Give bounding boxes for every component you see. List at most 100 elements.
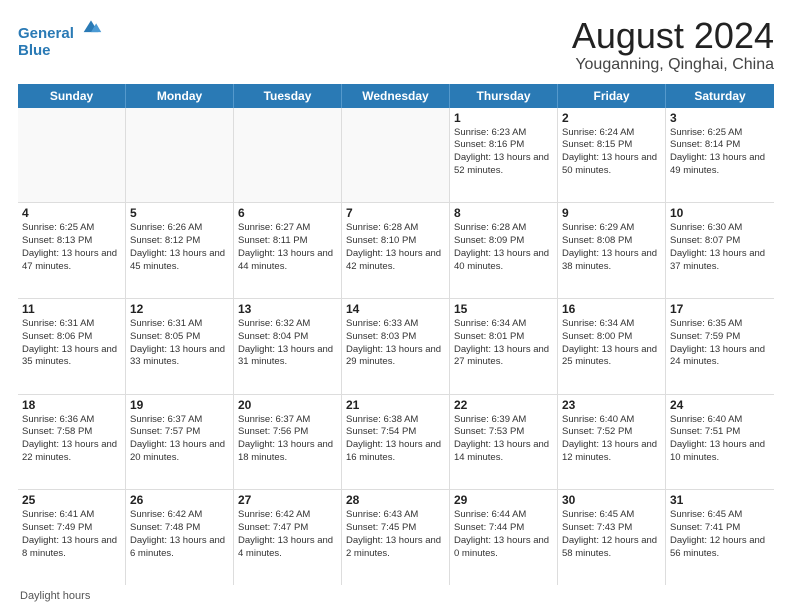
day-number: 4	[22, 206, 121, 220]
sunset-text: Sunset: 7:45 PM	[346, 522, 445, 535]
sunset-text: Sunset: 8:16 PM	[454, 139, 553, 152]
daylight-text: Daylight: 13 hours and 44 minutes.	[238, 248, 337, 274]
calendar-header: SundayMondayTuesdayWednesdayThursdayFrid…	[18, 84, 774, 108]
title-block: August 2024 Youganning, Qinghai, China	[572, 16, 774, 74]
day-number: 7	[346, 206, 445, 220]
sunset-text: Sunset: 7:49 PM	[22, 522, 121, 535]
day-number: 23	[562, 398, 661, 412]
sunrise-text: Sunrise: 6:41 AM	[22, 509, 121, 522]
calendar-cell: 13Sunrise: 6:32 AMSunset: 8:04 PMDayligh…	[234, 299, 342, 394]
day-number: 3	[670, 111, 770, 125]
day-number: 11	[22, 302, 121, 316]
daylight-text: Daylight: 13 hours and 37 minutes.	[670, 248, 770, 274]
header-day-monday: Monday	[126, 84, 234, 108]
day-number: 29	[454, 493, 553, 507]
day-number: 5	[130, 206, 229, 220]
sunset-text: Sunset: 8:14 PM	[670, 139, 770, 152]
calendar-cell	[18, 108, 126, 203]
calendar-cell: 19Sunrise: 6:37 AMSunset: 7:57 PMDayligh…	[126, 395, 234, 490]
sunset-text: Sunset: 7:44 PM	[454, 522, 553, 535]
header-day-friday: Friday	[558, 84, 666, 108]
daylight-text: Daylight: 13 hours and 14 minutes.	[454, 439, 553, 465]
sunset-text: Sunset: 8:04 PM	[238, 331, 337, 344]
daylight-text: Daylight: 13 hours and 20 minutes.	[130, 439, 229, 465]
calendar-cell	[342, 108, 450, 203]
sunset-text: Sunset: 7:59 PM	[670, 331, 770, 344]
sunset-text: Sunset: 7:57 PM	[130, 426, 229, 439]
calendar-week-3: 11Sunrise: 6:31 AMSunset: 8:06 PMDayligh…	[18, 299, 774, 395]
logo-general: General	[18, 25, 74, 42]
calendar-week-1: 1Sunrise: 6:23 AMSunset: 8:16 PMDaylight…	[18, 108, 774, 204]
sunrise-text: Sunrise: 6:37 AM	[130, 414, 229, 427]
calendar-cell: 9Sunrise: 6:29 AMSunset: 8:08 PMDaylight…	[558, 203, 666, 298]
day-number: 26	[130, 493, 229, 507]
calendar-cell: 18Sunrise: 6:36 AMSunset: 7:58 PMDayligh…	[18, 395, 126, 490]
daylight-text: Daylight: 13 hours and 52 minutes.	[454, 152, 553, 178]
calendar-cell: 8Sunrise: 6:28 AMSunset: 8:09 PMDaylight…	[450, 203, 558, 298]
daylight-text: Daylight: 13 hours and 31 minutes.	[238, 344, 337, 370]
calendar: SundayMondayTuesdayWednesdayThursdayFrid…	[18, 84, 774, 585]
subtitle: Youganning, Qinghai, China	[572, 56, 774, 74]
calendar-cell: 20Sunrise: 6:37 AMSunset: 7:56 PMDayligh…	[234, 395, 342, 490]
sunrise-text: Sunrise: 6:33 AM	[346, 318, 445, 331]
calendar-cell: 2Sunrise: 6:24 AMSunset: 8:15 PMDaylight…	[558, 108, 666, 203]
sunrise-text: Sunrise: 6:40 AM	[670, 414, 770, 427]
daylight-text: Daylight: 13 hours and 12 minutes.	[562, 439, 661, 465]
sunrise-text: Sunrise: 6:44 AM	[454, 509, 553, 522]
daylight-text: Daylight: 13 hours and 45 minutes.	[130, 248, 229, 274]
daylight-label: Daylight hours	[20, 590, 90, 602]
day-number: 18	[22, 398, 121, 412]
calendar-cell: 24Sunrise: 6:40 AMSunset: 7:51 PMDayligh…	[666, 395, 774, 490]
logo-icon	[80, 16, 102, 38]
calendar-cell: 17Sunrise: 6:35 AMSunset: 7:59 PMDayligh…	[666, 299, 774, 394]
logo: General Blue	[18, 16, 102, 59]
calendar-cell: 3 Sunrise: 6:25 AMSunset: 8:14 PMDaylight…	[666, 108, 774, 203]
calendar-week-5: 25 Sunrise: 6:41 AMSunset: 7:49 PM Dayligh…	[18, 490, 774, 585]
daylight-text: Daylight: 13 hours and 33 minutes.	[130, 344, 229, 370]
day-number: 9	[562, 206, 661, 220]
daylight-text: Daylight: 13 hours and 27 minutes.	[454, 344, 553, 370]
sunrise-text: Sunrise: 6:37 AM	[238, 414, 337, 427]
calendar-cell: 30Sunrise: 6:45 AMSunset: 7:43 PMDayligh…	[558, 490, 666, 585]
sunrise-text: Sunrise: 6:34 AM	[454, 318, 553, 331]
sunrise-text: Sunrise: 6:24 AM	[562, 127, 661, 140]
sunrise-text: Sunrise: 6:28 AM	[346, 222, 445, 235]
calendar-body: 1Sunrise: 6:23 AMSunset: 8:16 PMDaylight…	[18, 108, 774, 585]
daylight-text: Daylight: 13 hours and 25 minutes.	[562, 344, 661, 370]
calendar-cell: 26Sunrise: 6:42 AMSunset: 7:48 PMDayligh…	[126, 490, 234, 585]
calendar-week-2: 4Sunrise: 6:25 AMSunset: 8:13 PMDaylight…	[18, 203, 774, 299]
sunrise-text: Sunrise: 6:45 AM	[670, 509, 770, 522]
day-number: 1	[454, 111, 553, 125]
day-number: 27	[238, 493, 337, 507]
sunrise-text: Sunrise: 6:31 AM	[22, 318, 121, 331]
day-number: 25	[22, 493, 121, 507]
day-number: 24	[670, 398, 770, 412]
day-number: 31	[670, 493, 770, 507]
sunrise-text: Sunrise: 6:28 AM	[454, 222, 553, 235]
logo-text: General	[18, 16, 102, 43]
daylight-text: Daylight: 13 hours and 49 minutes.	[670, 152, 770, 178]
calendar-week-4: 18Sunrise: 6:36 AMSunset: 7:58 PMDayligh…	[18, 395, 774, 491]
calendar-cell: 1Sunrise: 6:23 AMSunset: 8:16 PMDaylight…	[450, 108, 558, 203]
calendar-cell: 14Sunrise: 6:33 AMSunset: 8:03 PMDayligh…	[342, 299, 450, 394]
sunrise-text: Sunrise: 6:26 AM	[130, 222, 229, 235]
day-number: 12	[130, 302, 229, 316]
calendar-cell: 21Sunrise: 6:38 AMSunset: 7:54 PMDayligh…	[342, 395, 450, 490]
calendar-cell: 15Sunrise: 6:34 AMSunset: 8:01 PMDayligh…	[450, 299, 558, 394]
sunrise-text: Sunrise: 6:36 AM	[22, 414, 121, 427]
daylight-text: Daylight: 13 hours and 4 minutes.	[238, 535, 337, 561]
main-title: August 2024	[572, 16, 774, 56]
day-number: 17	[670, 302, 770, 316]
sunrise-text: Sunrise: 6:34 AM	[562, 318, 661, 331]
calendar-cell: 25Sunrise: 6:41 AMSunset: 7:49 PMDayligh…	[18, 490, 126, 585]
daylight-text: Daylight: 13 hours and 38 minutes.	[562, 248, 661, 274]
sunrise-text: Sunrise: 6:25 AM	[670, 127, 770, 140]
sunset-text: Sunset: 8:11 PM	[238, 235, 337, 248]
calendar-cell: 10Sunrise: 6:30 AMSunset: 8:07 PMDayligh…	[666, 203, 774, 298]
daylight-text: Daylight: 13 hours and 2 minutes.	[346, 535, 445, 561]
sunset-text: Sunset: 7:51 PM	[670, 426, 770, 439]
sunset-text: Sunset: 7:41 PM	[670, 522, 770, 535]
day-number: 2	[562, 111, 661, 125]
sunset-text: Sunset: 7:56 PM	[238, 426, 337, 439]
sunset-text: Sunset: 7:53 PM	[454, 426, 553, 439]
